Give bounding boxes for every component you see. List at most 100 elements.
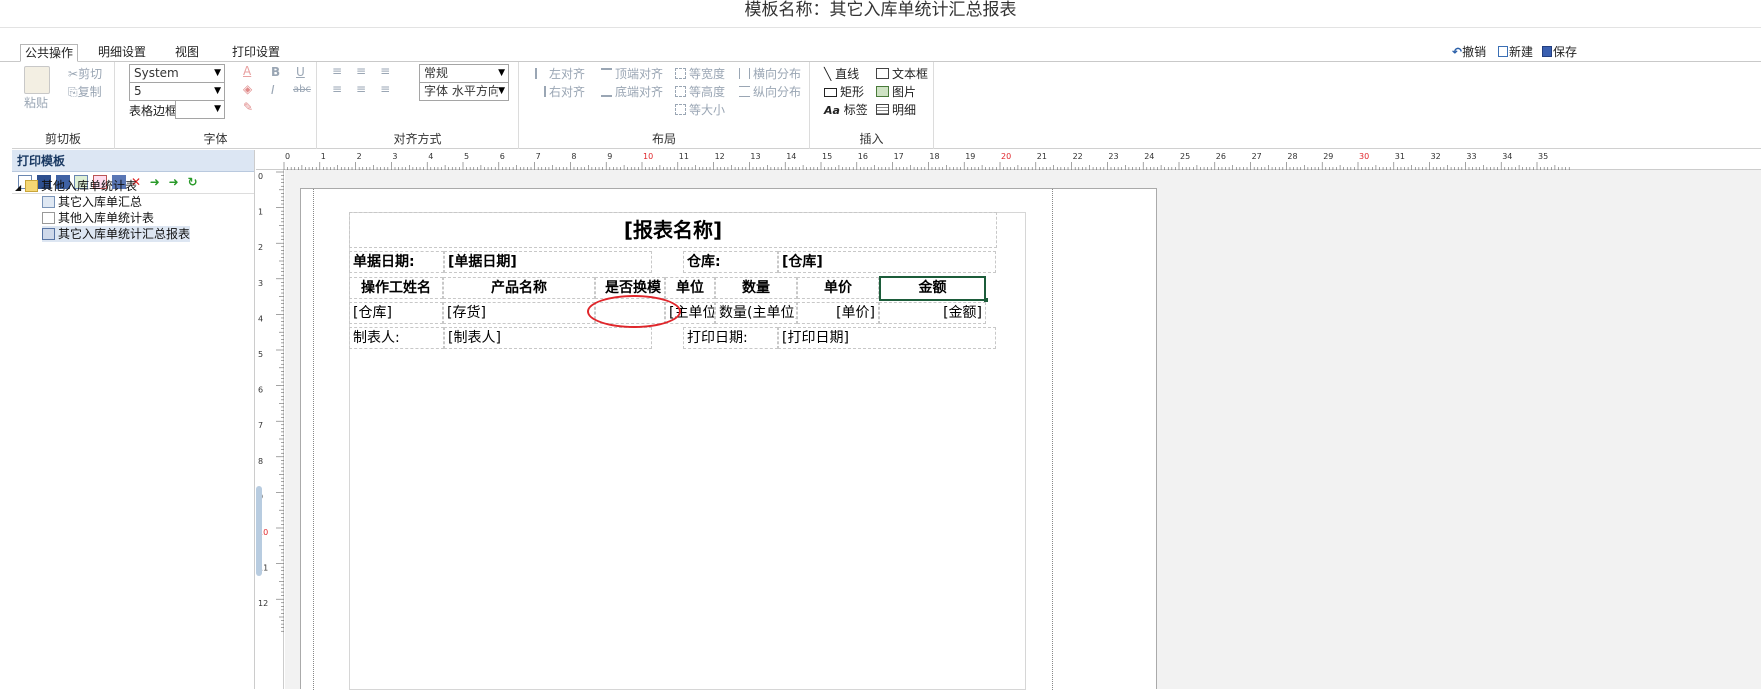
- ruler-label: 24: [1144, 152, 1154, 161]
- ruler-label: 4: [258, 314, 263, 323]
- eraser-icon[interactable]: ◈: [243, 82, 252, 96]
- report-page[interactable]: [报表名称] 单据日期: [单据日期] 仓库: [仓库] 操作工姓名 产品名称 …: [300, 188, 1157, 690]
- undo-button[interactable]: ↶撤销: [1452, 43, 1486, 60]
- align-top-icon: [601, 68, 612, 79]
- ruler-label: 25: [1180, 152, 1190, 161]
- maker-field[interactable]: [制表人]: [444, 327, 652, 349]
- warehouse-field[interactable]: [仓库]: [778, 251, 996, 273]
- col-header-quantity[interactable]: 数量: [715, 277, 797, 299]
- bold-button[interactable]: B: [271, 65, 280, 79]
- font-family-select[interactable]: System ▼: [129, 64, 225, 83]
- tab-print-settings[interactable]: 打印设置: [228, 44, 284, 62]
- align-mode-select[interactable]: 常规 ▼: [419, 64, 509, 83]
- detail-cell-product[interactable]: [存货]: [443, 302, 595, 324]
- tree-item-stat[interactable]: 其他入库单统计表: [42, 210, 154, 226]
- tab-common[interactable]: 公共操作: [20, 44, 79, 62]
- layout-group: 左对齐 右对齐 顶端对齐 底端对齐 等宽度 等高度 等大小 横向分布 纵向分布 …: [519, 62, 810, 149]
- bill-date-label[interactable]: 单据日期:: [349, 251, 444, 273]
- ruler-label: 34: [1502, 152, 1512, 161]
- h-distribute-button[interactable]: 横向分布: [739, 65, 801, 82]
- refresh-icon[interactable]: ↻: [187, 175, 201, 189]
- highlight-icon[interactable]: ✎: [243, 100, 253, 114]
- tab-view[interactable]: 视图: [171, 44, 203, 62]
- insert-tag-button[interactable]: Aa 标签: [824, 101, 868, 118]
- tree-root[interactable]: ◢ 其他入库单统计表: [15, 178, 137, 194]
- save-button[interactable]: 保存: [1542, 43, 1577, 60]
- table-border-select[interactable]: ▼: [175, 100, 225, 119]
- ruler-label: 12: [715, 152, 725, 161]
- cut-button[interactable]: ✂剪切: [68, 65, 102, 82]
- detail-cell-price[interactable]: [单价]: [797, 302, 879, 324]
- strikethrough-button[interactable]: abc: [293, 84, 311, 95]
- col-header-operator[interactable]: 操作工姓名: [349, 277, 443, 299]
- equal-width-button[interactable]: 等宽度: [675, 65, 725, 82]
- right-align-button[interactable]: 右对齐: [535, 83, 585, 100]
- new-button[interactable]: 新建: [1498, 43, 1533, 60]
- insert-line-button[interactable]: ╲ 直线: [824, 65, 859, 82]
- splitter-handle[interactable]: [256, 486, 262, 576]
- import-icon[interactable]: ➜: [150, 175, 164, 189]
- top-align-button[interactable]: 顶端对齐: [601, 65, 663, 82]
- ruler-label: 21: [1037, 152, 1047, 161]
- layout-group-label: 布局: [651, 132, 676, 146]
- undo-icon: ↶: [1452, 45, 1463, 59]
- ruler-label: 31: [1395, 152, 1405, 161]
- underline-button[interactable]: U: [296, 65, 305, 79]
- ruler-label: 4: [428, 152, 433, 161]
- font-size-select[interactable]: 5 ▼: [129, 82, 225, 101]
- detail-cell-amount[interactable]: [金额]: [879, 302, 986, 324]
- col-header-product[interactable]: 产品名称: [443, 277, 595, 299]
- ruler-label: 19: [965, 152, 975, 161]
- ribbon-tabbar: 公共操作 明细设置 视图 打印设置 ↶撤销 新建 保存: [0, 40, 1761, 62]
- ruler-label: 28: [1287, 152, 1297, 161]
- tab-detail-settings[interactable]: 明细设置: [94, 44, 150, 62]
- export-icon[interactable]: ➜: [169, 175, 183, 189]
- report-title[interactable]: [报表名称]: [349, 212, 997, 248]
- copy-icon: ⎘: [68, 85, 78, 99]
- ruler-label: 14: [786, 152, 796, 161]
- detail-cell-warehouse[interactable]: [仓库]: [349, 302, 443, 324]
- align-icons-row1[interactable]: ≡≡≡: [332, 64, 404, 78]
- ruler-label: 1: [258, 208, 263, 217]
- equal-size-icon: [675, 104, 686, 115]
- bill-date-field[interactable]: [单据日期]: [444, 251, 652, 273]
- equal-height-icon: [675, 86, 686, 97]
- paste-button[interactable]: 粘贴: [24, 94, 48, 111]
- align-icons-row2[interactable]: ≡≡≡: [332, 82, 404, 96]
- insert-rect-button[interactable]: 矩形: [824, 83, 864, 100]
- col-header-price[interactable]: 单价: [797, 277, 879, 299]
- ruler-label: 8: [571, 152, 576, 161]
- insert-textbox-button[interactable]: 文本框: [876, 65, 928, 82]
- equal-height-button[interactable]: 等高度: [675, 83, 725, 100]
- equal-size-button[interactable]: 等大小: [675, 101, 725, 118]
- font-color-button[interactable]: A: [243, 64, 251, 78]
- text-direction-select[interactable]: 字体 水平方向 ▼: [419, 82, 509, 101]
- ruler-label: 3: [258, 279, 263, 288]
- tree-item-stat-summary-selected[interactable]: 其它入库单统计汇总报表: [42, 226, 191, 242]
- horizontal-ruler: 0 1 2 3 4 5 6 7 8 9 10 11 12 13 14 15 16 17 18 19 20 21 22 23 24…: [256, 150, 1761, 170]
- detail-cell-quantity[interactable]: 数量(主单位)]: [715, 302, 797, 324]
- col-header-amount-selected[interactable]: 金额: [879, 276, 986, 301]
- print-date-field[interactable]: [打印日期]: [778, 327, 996, 349]
- ruler-label: 0: [285, 152, 290, 161]
- dropdown-arrow-icon: ▼: [214, 68, 221, 78]
- v-distribute-button[interactable]: 纵向分布: [739, 83, 801, 100]
- warehouse-label[interactable]: 仓库:: [683, 251, 778, 273]
- maker-label[interactable]: 制表人:: [349, 327, 444, 349]
- horizontal-ruler-scale: 0 1 2 3 4 5 6 7 8 9 10 11 12 13 14 15 16 17 18 19 20 21 22 23 24…: [283, 152, 1570, 170]
- ruler-label: 6: [500, 152, 505, 161]
- ruler-label: 32: [1431, 152, 1441, 161]
- copy-button[interactable]: ⎘复制: [68, 83, 102, 100]
- table-icon: [876, 104, 889, 115]
- col-header-unit[interactable]: 单位: [665, 277, 715, 299]
- tree-item-summary[interactable]: 其它入库单汇总: [42, 194, 142, 210]
- tag-icon: Aa: [824, 104, 840, 117]
- ruler-label: 5: [464, 152, 469, 161]
- ruler-label: 35: [1538, 152, 1548, 161]
- insert-detail-button[interactable]: 明细: [876, 101, 916, 118]
- insert-image-button[interactable]: 图片: [876, 83, 916, 100]
- left-align-button[interactable]: 左对齐: [535, 65, 585, 82]
- italic-button[interactable]: I: [271, 83, 275, 97]
- bottom-align-button[interactable]: 底端对齐: [601, 83, 663, 100]
- print-date-label[interactable]: 打印日期:: [683, 327, 778, 349]
